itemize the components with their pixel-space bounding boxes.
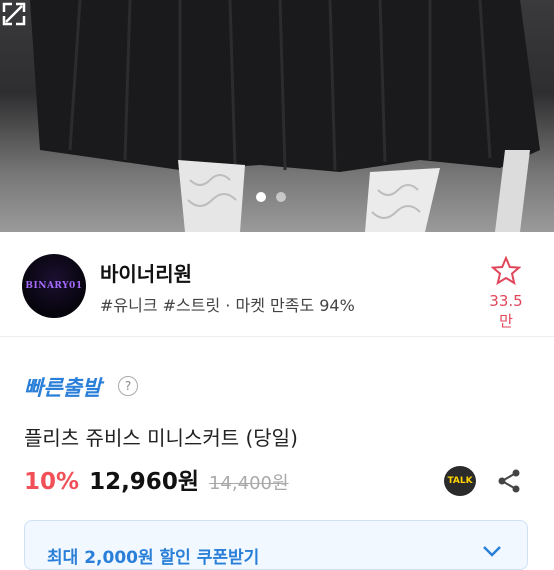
seller-avatar[interactable]: BINARY01 — [22, 254, 86, 318]
chevron-down-icon — [483, 546, 501, 557]
price-row: 10% 12,960원 14,400원 — [24, 462, 289, 498]
carousel-dot-2[interactable] — [276, 192, 286, 202]
carousel-indicator — [256, 192, 286, 202]
original-price: 14,400원 — [208, 473, 289, 494]
discount-rate: 10% — [24, 469, 80, 495]
seller-name[interactable]: 바이너리원 — [100, 258, 192, 287]
favorite-count: 33.5만 — [489, 292, 523, 330]
favorite-button[interactable]: 33.5만 — [484, 255, 528, 331]
product-image-carousel[interactable] — [0, 0, 554, 232]
seller-info[interactable]: BINARY01 바이너리원 #유니크 #스트릿 · 마켓 만족도 94% 33… — [0, 232, 554, 337]
product-title: 플리츠 쥬비스 미니스커트 (당일) — [24, 426, 298, 450]
share-icon[interactable] — [496, 468, 522, 494]
fast-shipping-label: 빠른출발 — [24, 376, 102, 400]
coupon-label: 최대 2,000원 할인 쿠폰받기 — [47, 548, 260, 568]
help-icon[interactable]: ? — [118, 376, 138, 396]
coupon-download-button[interactable]: 최대 2,000원 할인 쿠폰받기 — [24, 520, 528, 570]
carousel-dot-1[interactable] — [256, 192, 266, 202]
fullscreen-icon[interactable] — [0, 0, 28, 28]
talk-chat-button[interactable]: TALK — [444, 466, 476, 496]
seller-tags: #유니크 #스트릿 · 마켓 만족도 94% — [100, 296, 355, 315]
star-icon — [490, 255, 522, 286]
sale-price: 12,960원 — [89, 469, 199, 495]
